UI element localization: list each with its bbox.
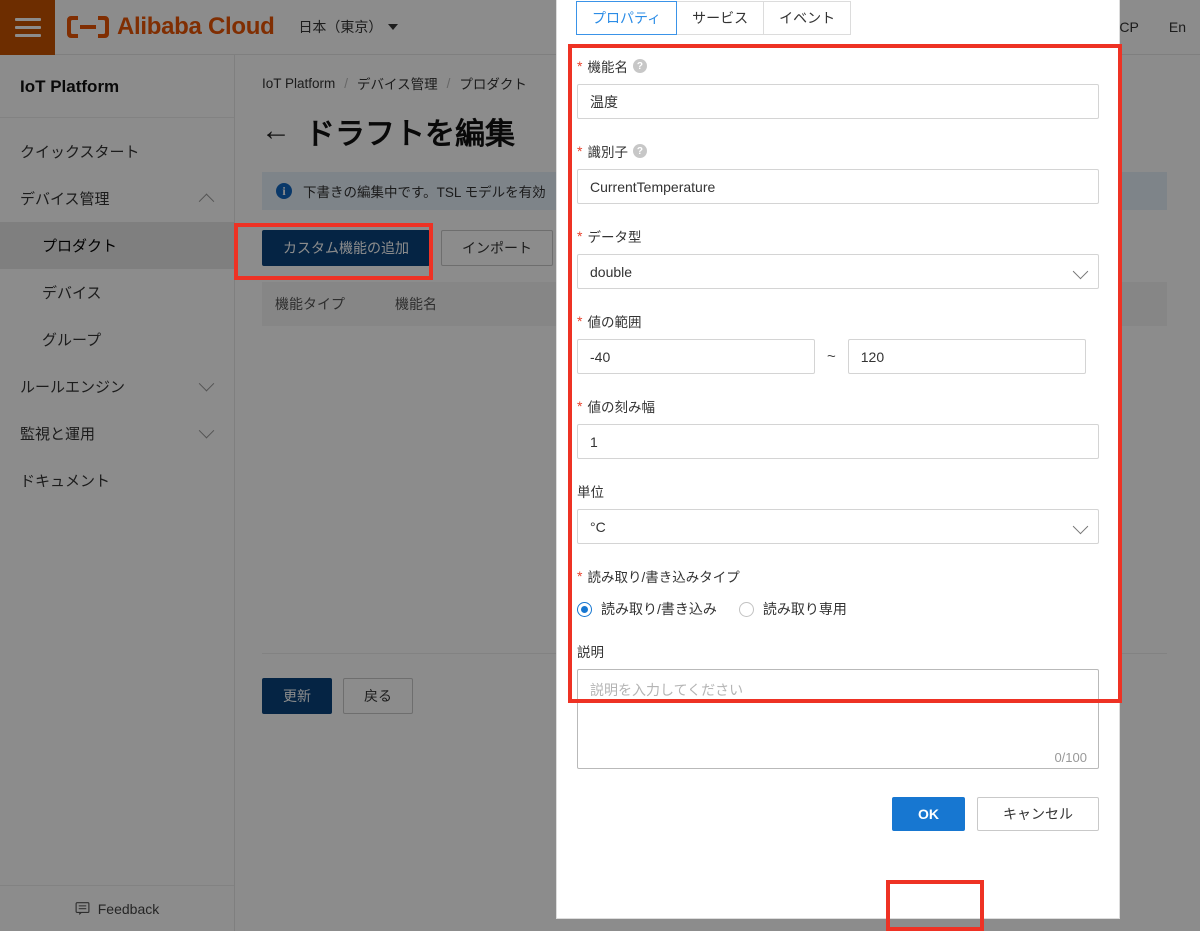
field-label: * 読み取り/書き込みタイプ (577, 566, 1099, 586)
field-value-range: * 値の範囲 ~ (577, 311, 1099, 374)
field-label-text: 値の刻み幅 (587, 400, 655, 415)
cancel-button[interactable]: キャンセル (977, 797, 1099, 831)
field-label-text: 読み取り/書き込みタイプ (587, 570, 740, 585)
field-unit: 単位 (577, 481, 1099, 544)
field-step: * 値の刻み幅 (577, 396, 1099, 459)
field-label-text: 識別子 (587, 145, 628, 160)
tab-service[interactable]: サービス (676, 1, 765, 35)
dialog-footer: OK キャンセル (557, 774, 1119, 831)
radio-read-write[interactable]: 読み取り/書き込み (577, 599, 717, 619)
field-label: 単位 (577, 481, 1099, 501)
field-label: * 値の範囲 (577, 311, 1099, 331)
field-identifier: * 識別子 ? (577, 141, 1099, 204)
required-asterisk-icon: * (577, 398, 583, 414)
field-data-type: * データ型 (577, 226, 1099, 289)
field-label-text: 単位 (577, 485, 604, 500)
field-label-text: データ型 (587, 230, 642, 245)
field-label-text: 値の範囲 (587, 315, 642, 330)
value-range-max-input[interactable] (847, 339, 1086, 374)
required-asterisk-icon: * (577, 58, 583, 74)
dialog-tabs: プロパティ サービス イベント (557, 0, 1119, 35)
radio-label: 読み取り専用 (762, 601, 847, 617)
data-type-select[interactable] (577, 254, 1099, 289)
required-asterisk-icon: * (577, 143, 583, 159)
help-icon[interactable]: ? (632, 59, 647, 73)
help-icon[interactable]: ? (632, 144, 647, 158)
step-input[interactable] (577, 424, 1099, 459)
field-description: 説明 0/100 (577, 641, 1099, 774)
description-textarea[interactable] (577, 669, 1099, 769)
description-textarea-wrapper: 0/100 (577, 669, 1099, 774)
app-root: Alibaba Cloud 日本（東京） ICP En IoT Platform… (0, 0, 1200, 931)
data-type-select-wrapper[interactable] (577, 254, 1099, 289)
required-asterisk-icon: * (577, 568, 583, 584)
tab-property[interactable]: プロパティ (576, 1, 678, 35)
character-counter: 0/100 (1054, 750, 1087, 765)
field-label: * データ型 (577, 226, 1099, 246)
field-label: * 値の刻み幅 (577, 396, 1099, 416)
add-property-dialog: プロパティ サービス イベント * 機能名 ? * 識別子 ? (556, 0, 1120, 919)
feature-name-input[interactable] (577, 84, 1099, 119)
unit-select[interactable] (577, 509, 1099, 544)
tab-event[interactable]: イベント (763, 1, 852, 35)
radio-unselected-icon (738, 601, 754, 617)
field-label: 説明 (577, 641, 1099, 661)
unit-select-wrapper[interactable] (577, 509, 1099, 544)
value-range-row: ~ (577, 339, 1099, 374)
ok-button[interactable]: OK (892, 797, 965, 831)
required-asterisk-icon: * (577, 313, 583, 329)
field-label: * 識別子 ? (577, 141, 1099, 161)
value-range-min-input[interactable] (577, 339, 815, 374)
radio-label: 読み取り/書き込み (601, 601, 717, 617)
identifier-input[interactable] (577, 169, 1099, 204)
radio-selected-icon (577, 601, 592, 617)
radio-read-only[interactable]: 読み取り専用 (738, 599, 847, 619)
field-label-text: 説明 (577, 645, 604, 660)
required-asterisk-icon: * (577, 228, 583, 244)
field-read-write-type: * 読み取り/書き込みタイプ 読み取り/書き込み 読み取り専用 (577, 566, 1099, 619)
property-form: * 機能名 ? * 識別子 ? * データ型 (557, 56, 1119, 774)
read-write-radio-group: 読み取り/書き込み 読み取り専用 (577, 599, 1099, 619)
field-label-text: 機能名 (587, 60, 628, 75)
field-label: * 機能名 ? (577, 56, 1099, 76)
field-feature-name: * 機能名 ? (577, 56, 1099, 119)
range-separator: ~ (827, 348, 836, 365)
